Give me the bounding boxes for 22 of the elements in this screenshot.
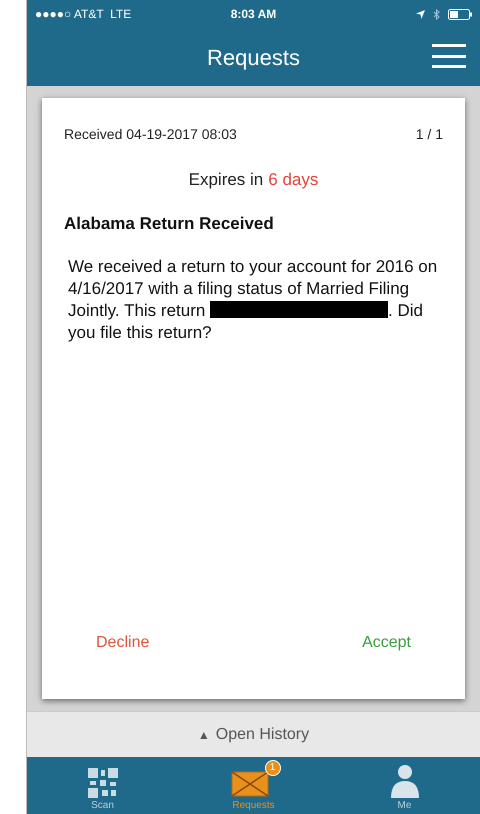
status-time: 8:03 AM: [230, 6, 278, 23]
person-icon: [390, 764, 420, 798]
menu-button[interactable]: [432, 42, 466, 70]
location-icon: [416, 10, 425, 18]
screen-title: Requests: [207, 44, 300, 72]
carrier-status: ●●●●○ AT&T LTE: [35, 6, 132, 23]
received-date: Received 04-19-2017 08:03: [64, 125, 237, 144]
request-message: We received a return to your account for 2016 on 4/16/2017 with a filing status of Married Filing Jointly. This return . Did you file this return?: [68, 256, 438, 344]
expires-label: Expires in: [188, 169, 264, 191]
accept-button[interactable]: Accept: [362, 631, 411, 655]
tab-button[interactable]: 1 Requests: [178, 757, 329, 814]
decline-button[interactable]: Decline: [96, 631, 150, 655]
open-history-button[interactable]: ▲ Open History: [27, 711, 480, 757]
notification-badge: 1: [264, 760, 280, 776]
bluetooth-icon: [433, 8, 440, 20]
expires-value: 6 days: [268, 169, 318, 191]
battery-icon: [448, 8, 472, 20]
request-counter: 1 / 1: [416, 125, 443, 144]
request-title: Alabama Return Received: [64, 212, 275, 234]
tab-button[interactable]: Me: [329, 757, 480, 814]
qr-code-icon: [88, 768, 118, 798]
tab-button[interactable]: Scan: [27, 757, 178, 814]
